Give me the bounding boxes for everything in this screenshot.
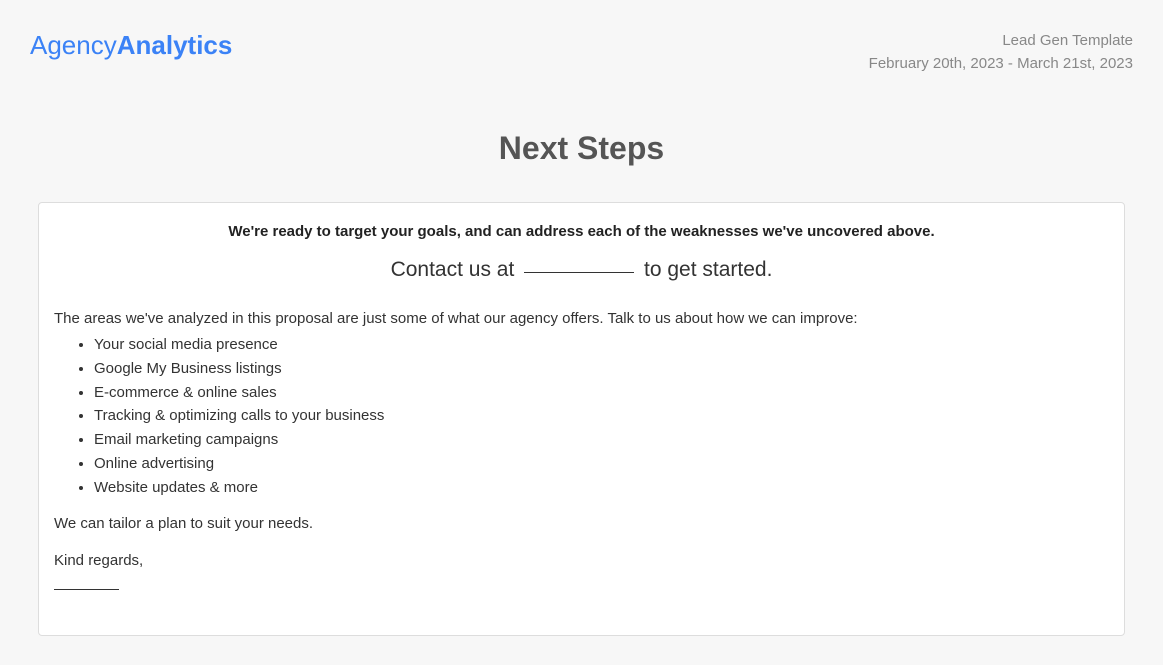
bullet-list: Your social media presence Google My Bus…: [54, 333, 1109, 499]
logo-text-bold: Analytics: [117, 30, 233, 60]
logo: AgencyAnalytics: [30, 30, 232, 61]
contact-blank: [524, 272, 634, 273]
list-item: E-commerce & online sales: [94, 381, 1109, 405]
signature-line: [54, 589, 119, 590]
card-headline: We're ready to target your goals, and ca…: [54, 223, 1109, 240]
list-item: Website updates & more: [94, 476, 1109, 500]
tailor-text: We can tailor a plan to suit your needs.: [54, 515, 1109, 532]
list-item: Google My Business listings: [94, 357, 1109, 381]
list-item: Email marketing campaigns: [94, 428, 1109, 452]
page-title: Next Steps: [0, 130, 1163, 167]
contact-prefix: Contact us at: [391, 258, 515, 281]
logo-text-light: Agency: [30, 30, 117, 60]
list-item: Tracking & optimizing calls to your busi…: [94, 404, 1109, 428]
contact-line: Contact us at to get started.: [54, 258, 1109, 282]
template-name: Lead Gen Template: [869, 30, 1133, 53]
page-header: AgencyAnalytics Lead Gen Template Februa…: [0, 0, 1163, 75]
content-card: We're ready to target your goals, and ca…: [38, 202, 1125, 636]
regards-text: Kind regards,: [54, 552, 1109, 569]
intro-text: The areas we've analyzed in this proposa…: [54, 310, 1109, 327]
contact-suffix: to get started.: [644, 258, 772, 281]
header-meta: Lead Gen Template February 20th, 2023 - …: [869, 30, 1133, 75]
date-range: February 20th, 2023 - March 21st, 2023: [869, 53, 1133, 76]
list-item: Your social media presence: [94, 333, 1109, 357]
list-item: Online advertising: [94, 452, 1109, 476]
